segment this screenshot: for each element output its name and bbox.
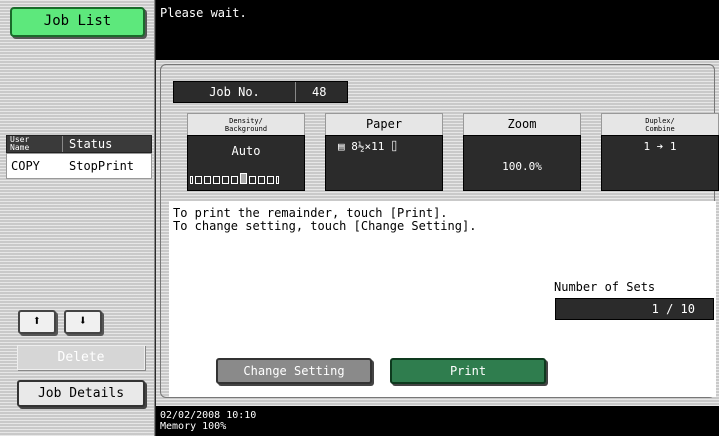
paper-header: Paper [325, 113, 443, 135]
date-time: 02/02/2008 10:10 [160, 410, 257, 421]
print-button[interactable]: Print [390, 358, 546, 384]
density-scale-right-end [276, 176, 279, 184]
job-user-name: COPY [11, 159, 40, 173]
job-number-value: 48 [312, 85, 327, 99]
density-level-tick [213, 176, 220, 184]
density-level-tick [249, 176, 256, 184]
density-scale-left-end [190, 176, 193, 184]
paper-card: Paper ▤ 8½×11 ⌷ [325, 113, 443, 191]
scroll-down-button[interactable]: ⬇ [64, 310, 102, 334]
density-body: Auto [187, 135, 305, 191]
status-message: Please wait. [160, 6, 247, 20]
density-level-tick [222, 176, 229, 184]
table-row[interactable]: COPY StopPrint [6, 153, 152, 179]
duplex-value: 1 ➔ 1 [643, 140, 677, 153]
job-status: StopPrint [69, 159, 135, 173]
up-arrow-icon: ⬆ [32, 313, 42, 329]
delete-button[interactable]: Delete [17, 345, 145, 370]
main-panel: Job No. 48 Density/ Background Auto Pape… [156, 60, 719, 406]
job-number-display: Job No. 48 [173, 81, 348, 103]
job-settings-frame: Job No. 48 Density/ Background Auto Pape… [160, 64, 719, 398]
density-value: Auto [231, 144, 261, 158]
zoom-card: Zoom 100.0% [463, 113, 581, 191]
paper-body: ▤ 8½×11 ⌷ [325, 135, 443, 191]
duplex-header-line1: Duplex/ [645, 117, 675, 125]
density-level-tick [258, 176, 265, 184]
duplex-header: Duplex/ Combine [601, 113, 719, 135]
status-column-header: Status [69, 137, 113, 151]
density-level-tick [267, 176, 274, 184]
duplex-body: 1 ➔ 1 [601, 135, 719, 191]
job-details-button[interactable]: Job Details [17, 380, 145, 407]
scroll-up-button[interactable]: ⬆ [18, 310, 56, 334]
instruction-text: To print the remainder, touch [Print]. T… [173, 207, 476, 233]
job-list-sidebar: Job List User Name Status COPY StopPrint… [0, 0, 155, 436]
user-name-header-line2: Name [10, 143, 30, 152]
density-header-line2: Background [224, 125, 268, 133]
zoom-header: Zoom [463, 113, 581, 135]
down-arrow-icon: ⬇ [78, 313, 88, 329]
change-setting-button[interactable]: Change Setting [216, 358, 372, 384]
duplex-header-line2: Combine [645, 125, 675, 133]
density-card: Density/ Background Auto [187, 113, 305, 191]
density-level-marker [240, 173, 247, 184]
zoom-body: 100.0% [463, 135, 581, 191]
number-of-sets-value: 1 / 10 [555, 298, 714, 320]
instruction-area: To print the remainder, touch [Print]. T… [169, 201, 716, 397]
job-table-header: User Name Status [6, 135, 152, 153]
density-header: Density/ Background [187, 113, 305, 135]
duplex-card: Duplex/ Combine 1 ➔ 1 [601, 113, 719, 191]
job-number-label: Job No. [174, 82, 296, 102]
density-level-tick [231, 176, 238, 184]
paper-value: ▤ 8½×11 ⌷ [338, 140, 398, 153]
density-level-scale [190, 173, 279, 184]
density-level-tick [195, 176, 202, 184]
user-name-column-header: User Name [7, 136, 63, 152]
memory-status: Memory 100% [160, 421, 227, 432]
message-bar: Please wait. [156, 0, 719, 60]
density-level-tick [204, 176, 211, 184]
number-of-sets-label: Number of Sets [554, 280, 656, 294]
status-footer: 02/02/2008 10:10 Memory 100% [156, 406, 719, 436]
instruction-line-2: To change setting, touch [Change Setting… [173, 219, 477, 233]
density-header-line1: Density/ [229, 117, 263, 125]
job-list-button[interactable]: Job List [10, 7, 145, 37]
zoom-value: 100.0% [502, 160, 542, 173]
